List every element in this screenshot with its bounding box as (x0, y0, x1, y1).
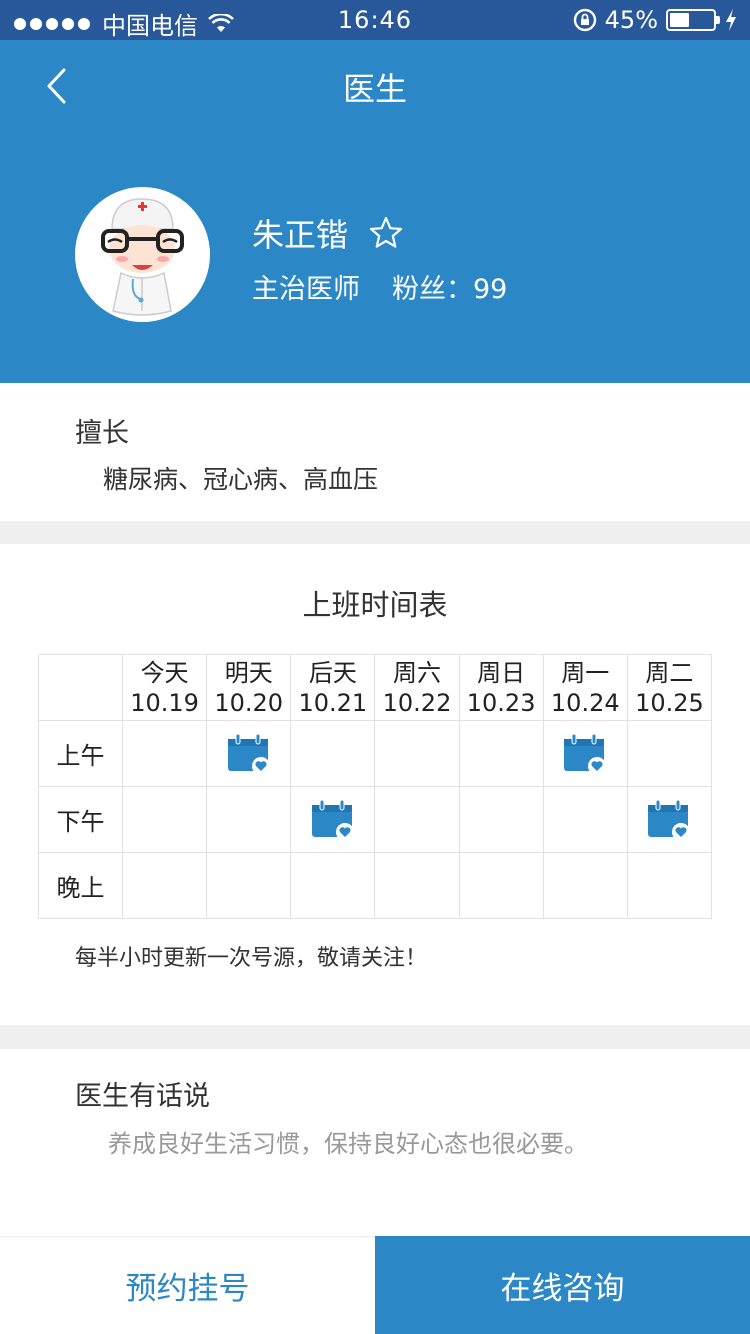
specialty-section: 擅长 糖尿病、冠心病、高血压 (0, 383, 750, 521)
schedule-cell (121, 720, 208, 787)
doctor-name: 朱正锴 (252, 216, 349, 254)
schedule-cell (290, 852, 376, 919)
schedule-cell (458, 852, 544, 919)
online-consult-button[interactable]: 在线咨询 (375, 1236, 750, 1334)
calendar-available-icon[interactable] (647, 799, 691, 841)
calendar-available-icon[interactable] (311, 799, 355, 841)
battery-fill (670, 13, 689, 27)
page-title: 医生 (342, 70, 407, 108)
schedule-cell[interactable] (626, 786, 713, 853)
specialty-text: 糖尿病、冠心病、高血压 (103, 465, 379, 494)
schedule-cell (206, 786, 292, 853)
schedule-cell (374, 852, 460, 919)
doctor-words-label: 医生有话说 (75, 1081, 210, 1112)
schedule-cell[interactable] (542, 720, 628, 787)
star-outline-icon[interactable] (368, 215, 404, 251)
section-divider (0, 1025, 750, 1049)
bottom-action-bar: 预约挂号 在线咨询 (0, 1236, 750, 1334)
appointment-button[interactable]: 预约挂号 (0, 1236, 375, 1334)
day-header: 周日 10.23 (458, 654, 544, 721)
calendar-available-icon[interactable] (563, 733, 607, 775)
rotation-lock-icon (573, 8, 596, 32)
period-label: 晚上 (38, 852, 123, 919)
schedule-table: 今天 10.19 明天 10.20 后天 10.21 周六 10.22 周日 10.23 … (38, 654, 713, 919)
charging-bolt-icon (726, 9, 736, 31)
schedule-notice: 每半小时更新一次号源，敬请关注！ (75, 946, 428, 971)
schedule-row: 晚上 (38, 852, 713, 919)
schedule-cell (542, 786, 628, 853)
schedule-cell (121, 786, 208, 853)
section-divider (0, 521, 750, 544)
day-header: 后天 10.21 (290, 654, 376, 721)
doctor-meta: 主治医师 粉丝：99 (252, 267, 507, 306)
schedule-cell (458, 786, 544, 853)
schedule-cell[interactable] (290, 786, 376, 853)
calendar-available-icon[interactable] (227, 733, 271, 775)
schedule-cell (374, 720, 460, 787)
schedule-cell (121, 852, 208, 919)
schedule-row: 下午 (38, 786, 713, 853)
day-header: 周二 10.25 (626, 654, 713, 721)
period-label: 上午 (38, 720, 123, 787)
schedule-row: 上午 (38, 720, 713, 787)
status-bar: 中国电信 16:46 45% (0, 0, 750, 40)
schedule-header-row: 今天 10.19 明天 10.20 后天 10.21 周六 10.22 周日 10.23 … (38, 654, 713, 721)
schedule-cell (374, 786, 460, 853)
schedule-cell (542, 852, 628, 919)
doctor-header: 医生 朱正锴 主治医师 粉丝：99 (0, 40, 750, 383)
doctor-name-row: 朱正锴 (252, 210, 404, 256)
schedule-cell (290, 720, 376, 787)
schedule-cell (626, 720, 713, 787)
schedule-cell (458, 720, 544, 787)
day-header: 周六 10.22 (374, 654, 460, 721)
doctor-cartoon-icon (75, 187, 210, 322)
doctor-words-text: 养成良好生活习惯，保持良好心态也很必要。 (108, 1130, 588, 1158)
schedule-title: 上班时间表 (302, 588, 448, 622)
schedule-cell[interactable] (206, 720, 292, 787)
doctor-title: 主治医师 (252, 274, 360, 305)
day-header: 今天 10.19 (121, 654, 208, 721)
schedule-cell (626, 852, 713, 919)
period-label: 下午 (38, 786, 123, 853)
status-right: 45% (573, 6, 738, 34)
doctor-avatar (75, 187, 210, 322)
specialty-label: 擅长 (75, 418, 129, 449)
doctor-fans: 粉丝：99 (392, 274, 508, 305)
battery-icon (666, 9, 720, 31)
battery-percent: 45% (604, 6, 658, 34)
day-header: 周一 10.24 (542, 654, 628, 721)
schedule-cell (206, 852, 292, 919)
day-header: 明天 10.20 (206, 654, 292, 721)
schedule-corner-cell (38, 654, 123, 721)
